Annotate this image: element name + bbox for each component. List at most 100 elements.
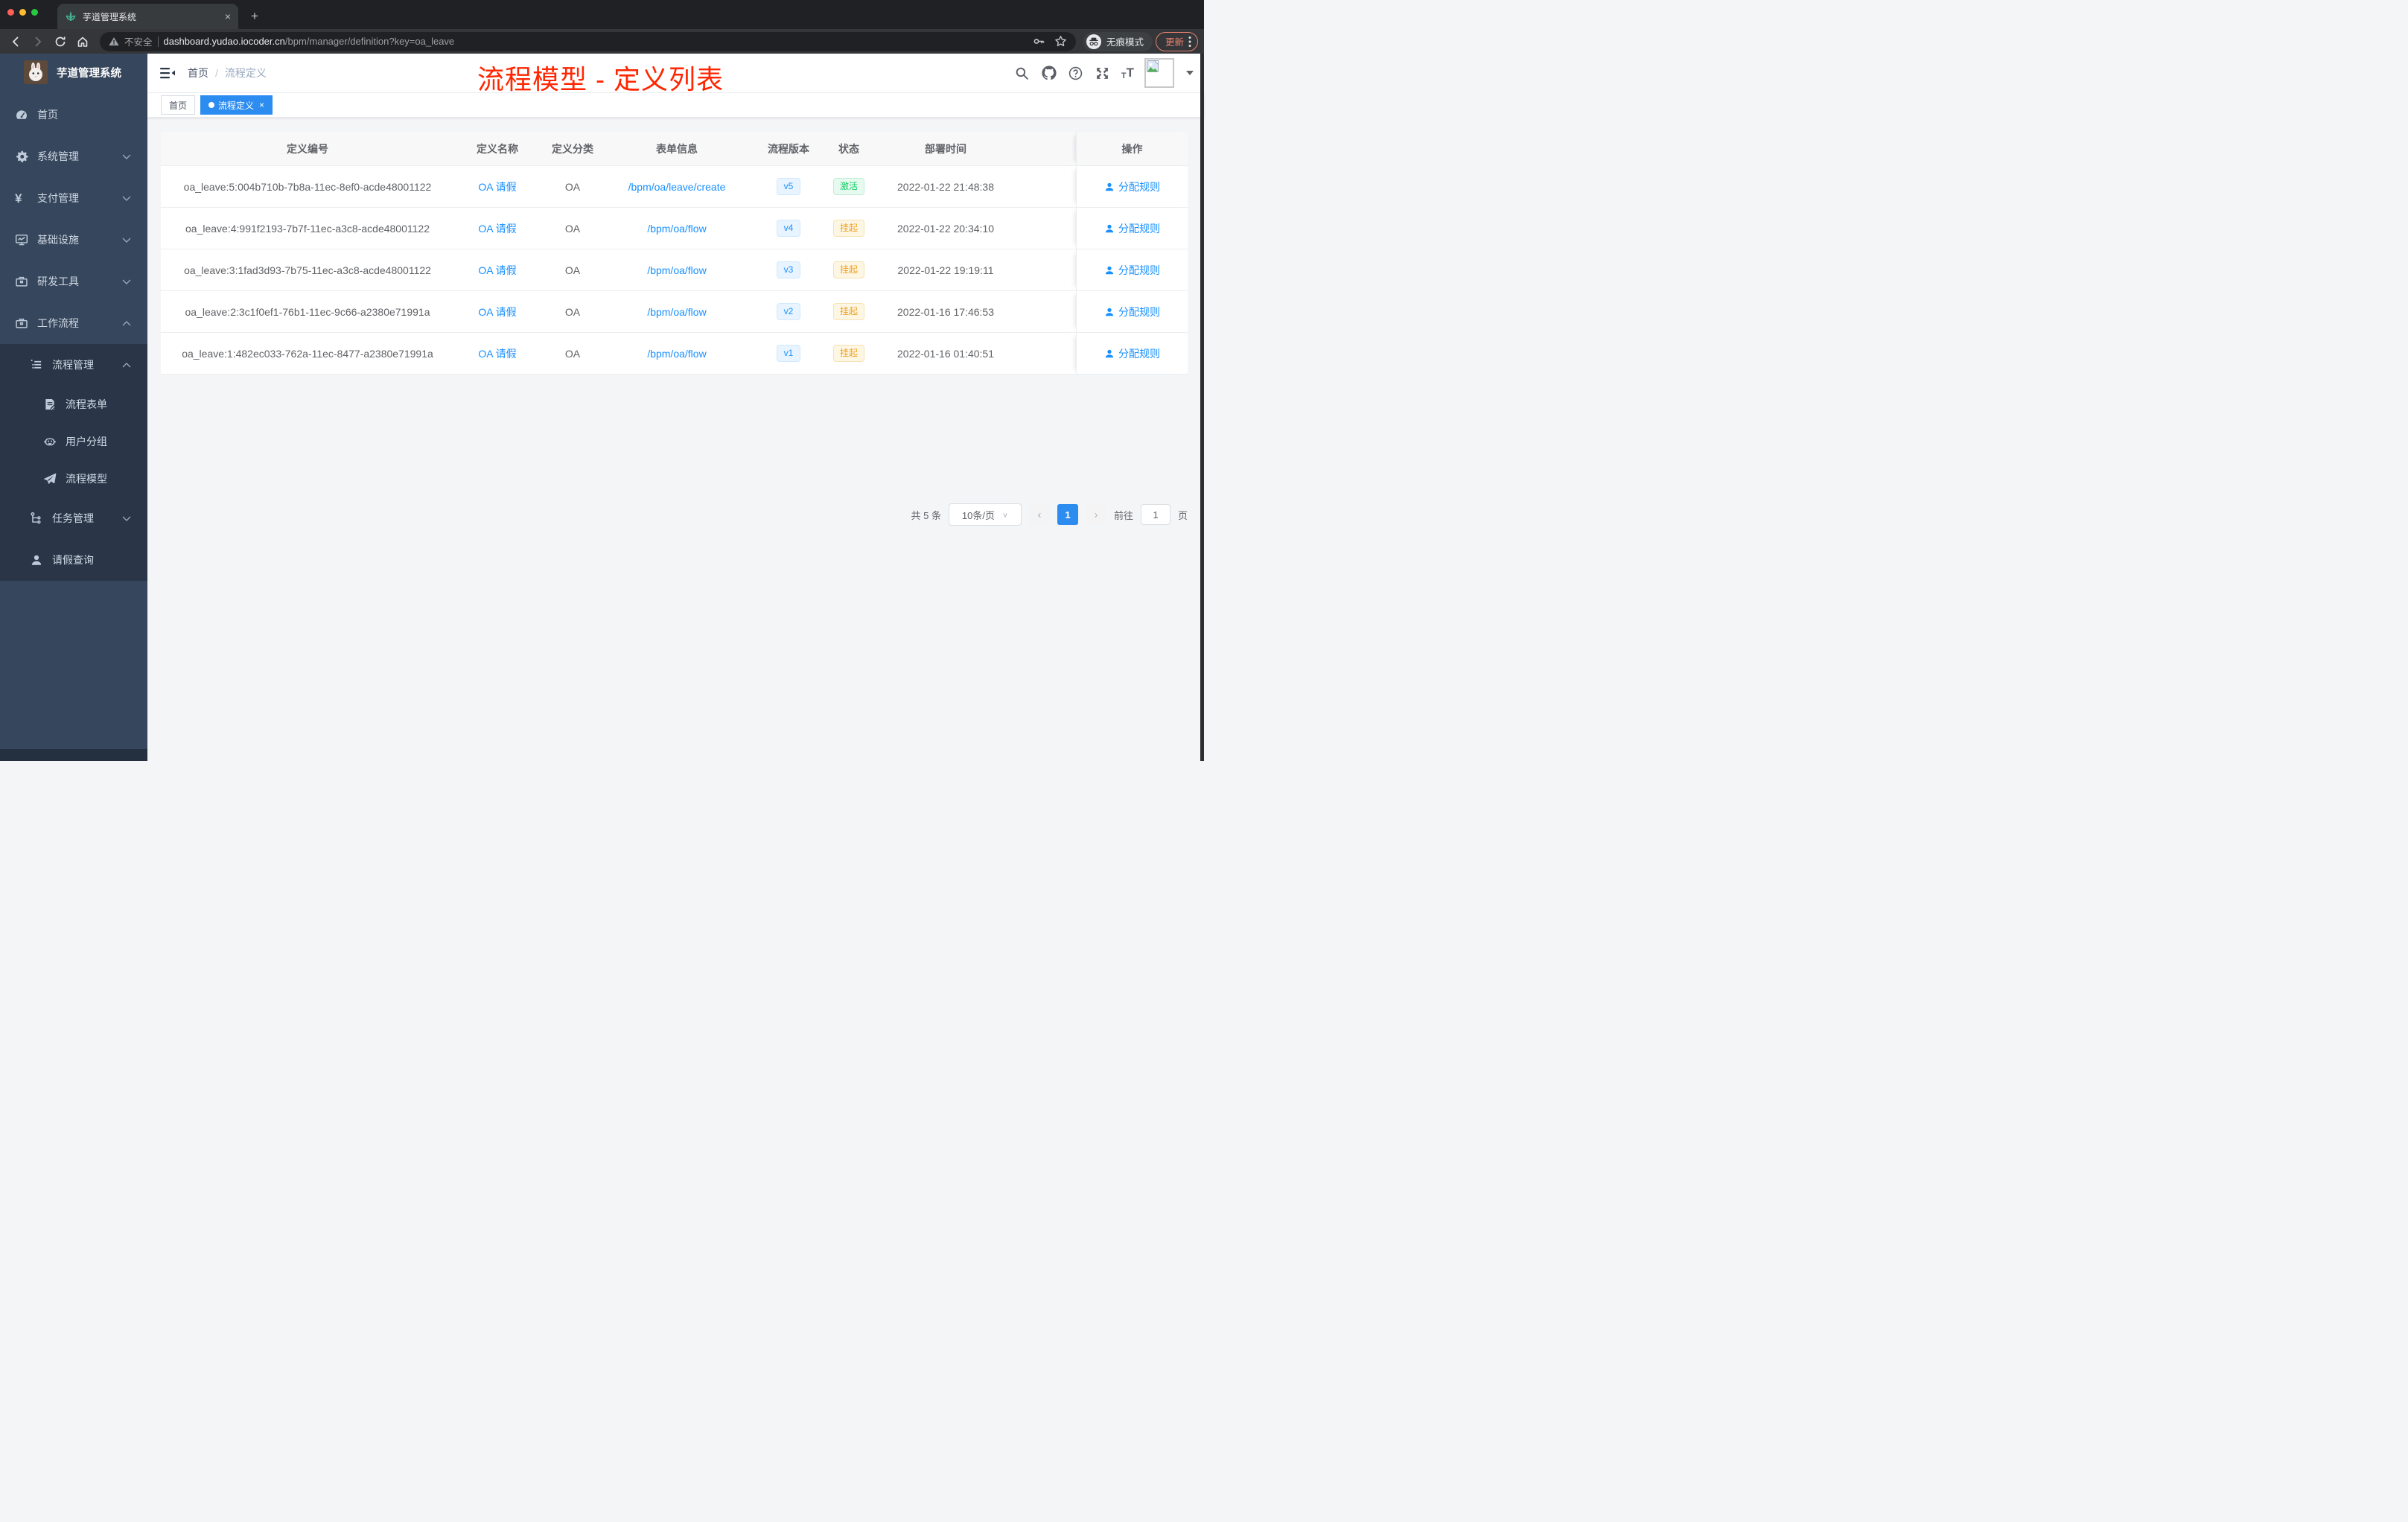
breadcrumb-home[interactable]: 首页: [188, 66, 208, 80]
close-window-button[interactable]: [7, 9, 14, 16]
reload-icon[interactable]: [51, 32, 70, 51]
status-badge: 挂起: [832, 345, 864, 362]
sidebar-item-label: 流程表单: [66, 398, 107, 410]
briefcase-icon: [15, 316, 28, 330]
github-icon[interactable]: [1041, 65, 1057, 81]
sidebar-item-task-management[interactable]: 任务管理: [0, 497, 147, 539]
definition-name-link[interactable]: OA 请假: [478, 179, 516, 194]
definition-name-link[interactable]: OA 请假: [478, 263, 516, 278]
assign-rule-button[interactable]: 分配规则: [1104, 305, 1160, 319]
font-size-icon[interactable]: TT: [1121, 66, 1134, 80]
assign-rule-button[interactable]: 分配规则: [1104, 179, 1160, 194]
browser-tab[interactable]: 芋道管理系统 ×: [57, 4, 238, 29]
form-link[interactable]: /bpm/oa/flow: [647, 348, 706, 360]
dashboard-icon: [15, 108, 28, 121]
definition-name-link[interactable]: OA 请假: [478, 305, 516, 319]
assign-rule-button[interactable]: 分配规则: [1104, 346, 1160, 361]
definition-id: oa_leave:5:004b710b-7b8a-11ec-8ef0-acde4…: [183, 180, 432, 193]
tag-label: 首页: [169, 100, 188, 111]
column-header: 定义名称: [477, 142, 518, 155]
url-path: /bpm/manager/definition?key=oa_leave: [284, 36, 455, 47]
current-page-button[interactable]: 1: [1057, 504, 1078, 525]
chevron-down-icon: [122, 279, 131, 284]
browser-toolbar: 不安全 dashboard.yudao.iocoder.cn/bpm/manag…: [0, 29, 1204, 54]
sidebar-item-workflow[interactable]: 工作流程: [0, 302, 147, 344]
task-tree-icon: [30, 512, 43, 525]
password-key-icon[interactable]: [1033, 35, 1045, 48]
definition-name-link[interactable]: OA 请假: [478, 221, 516, 236]
tag-home[interactable]: 首页: [161, 95, 196, 115]
search-icon[interactable]: [1014, 65, 1031, 81]
tag-process-definition[interactable]: 流程定义 ×: [200, 95, 273, 115]
paper-plane-icon: [43, 472, 57, 485]
incognito-icon: [1086, 34, 1101, 49]
forward-icon[interactable]: [28, 32, 48, 51]
tag-close-icon[interactable]: ×: [259, 100, 264, 110]
form-link[interactable]: /bpm/oa/leave/create: [628, 181, 726, 193]
breadcrumb: 首页 / 流程定义: [188, 66, 267, 80]
sidebar-item-label: 流程模型: [66, 473, 107, 485]
sidebar-item-system[interactable]: 系统管理: [0, 136, 147, 177]
browser-menu-kebab-icon[interactable]: [1188, 36, 1191, 48]
page-size-select[interactable]: 10条/页 ∨: [948, 503, 1022, 526]
sidebar-logo[interactable]: 芋道管理系统: [0, 54, 147, 91]
sidebar-item-label: 首页: [37, 109, 58, 121]
assign-rule-button[interactable]: 分配规则: [1104, 221, 1160, 236]
user-icon: [1105, 182, 1114, 191]
broken-image-icon: [1147, 60, 1159, 72]
address-bar[interactable]: 不安全 dashboard.yudao.iocoder.cn/bpm/manag…: [100, 31, 1076, 51]
browser-update-chip[interactable]: 更新: [1155, 31, 1198, 51]
annotation-text: 流程模型 - 定义列表: [477, 64, 724, 95]
toolbox-icon: [15, 275, 28, 288]
sidebar-item-home[interactable]: 首页: [0, 94, 147, 136]
monitor-icon: [15, 233, 28, 246]
sidebar-item-dev-tools[interactable]: 研发工具: [0, 261, 147, 302]
sidebar-item-process-form[interactable]: 流程表单: [0, 386, 147, 423]
definition-category: OA: [564, 305, 581, 318]
security-label[interactable]: 不安全: [124, 34, 153, 48]
tab-close-icon[interactable]: ×: [225, 11, 231, 22]
form-link[interactable]: /bpm/oa/flow: [647, 223, 706, 235]
version-badge: v3: [776, 261, 801, 278]
back-icon[interactable]: [6, 32, 25, 51]
column-header: 部署时间: [925, 142, 966, 155]
chevron-down-icon: ∨: [1001, 511, 1009, 519]
fullscreen-icon[interactable]: [1095, 65, 1111, 81]
sidebar-item-user-group[interactable]: 用户分组: [0, 423, 147, 460]
tab-strip: 芋道管理系统 × +: [0, 0, 1204, 29]
avatar[interactable]: [1144, 58, 1174, 88]
zoom-window-button[interactable]: [31, 9, 38, 16]
assign-rule-button[interactable]: 分配规则: [1104, 263, 1160, 278]
minimize-window-button[interactable]: [19, 9, 26, 16]
sidebar-collapse-icon[interactable]: [155, 60, 180, 86]
user-icon: [30, 553, 43, 567]
form-link[interactable]: /bpm/oa/flow: [647, 306, 706, 318]
goto-page-input[interactable]: [1140, 504, 1170, 525]
sidebar-item-payment[interactable]: ¥ 支付管理: [0, 177, 147, 219]
next-page-button[interactable]: ›: [1085, 504, 1106, 525]
deploy-time: 2022-01-22 21:48:38: [897, 180, 994, 193]
definition-id: oa_leave:1:482ec033-762a-11ec-8477-a2380…: [182, 347, 433, 360]
bookmark-star-icon[interactable]: [1054, 35, 1067, 48]
prev-page-button[interactable]: ‹: [1028, 504, 1050, 525]
definition-id: oa_leave:3:1fad3d93-7b75-11ec-a3c8-acde4…: [184, 264, 431, 276]
table-row: oa_leave:5:004b710b-7b8a-11ec-8ef0-acde4…: [161, 166, 1188, 208]
form-link[interactable]: /bpm/oa/flow: [647, 264, 706, 276]
new-tab-button[interactable]: +: [246, 7, 264, 25]
home-icon[interactable]: [73, 32, 92, 51]
help-icon[interactable]: [1068, 65, 1084, 81]
definition-name-link[interactable]: OA 请假: [478, 346, 516, 361]
definition-category: OA: [564, 264, 581, 276]
url-text[interactable]: dashboard.yudao.iocoder.cn/bpm/manager/d…: [164, 36, 1028, 47]
sidebar-item-process-management[interactable]: 流程管理: [0, 344, 147, 386]
sidebar-item-label: 系统管理: [37, 150, 79, 162]
sidebar-item-infrastructure[interactable]: 基础设施: [0, 219, 147, 261]
avatar-dropdown-caret-icon[interactable]: [1186, 71, 1194, 75]
definition-table: 定义编号 定义名称 定义分类 表单信息 流程版本 状态 部署时间 操作 oa_l…: [161, 132, 1188, 375]
sidebar-item-leave-query[interactable]: 请假查询: [0, 539, 147, 581]
sidebar-item-process-model[interactable]: 流程模型: [0, 460, 147, 497]
window-controls: [7, 9, 38, 16]
column-header: 表单信息: [656, 142, 698, 155]
update-label: 更新: [1165, 37, 1184, 48]
column-header: 状态: [838, 142, 859, 155]
